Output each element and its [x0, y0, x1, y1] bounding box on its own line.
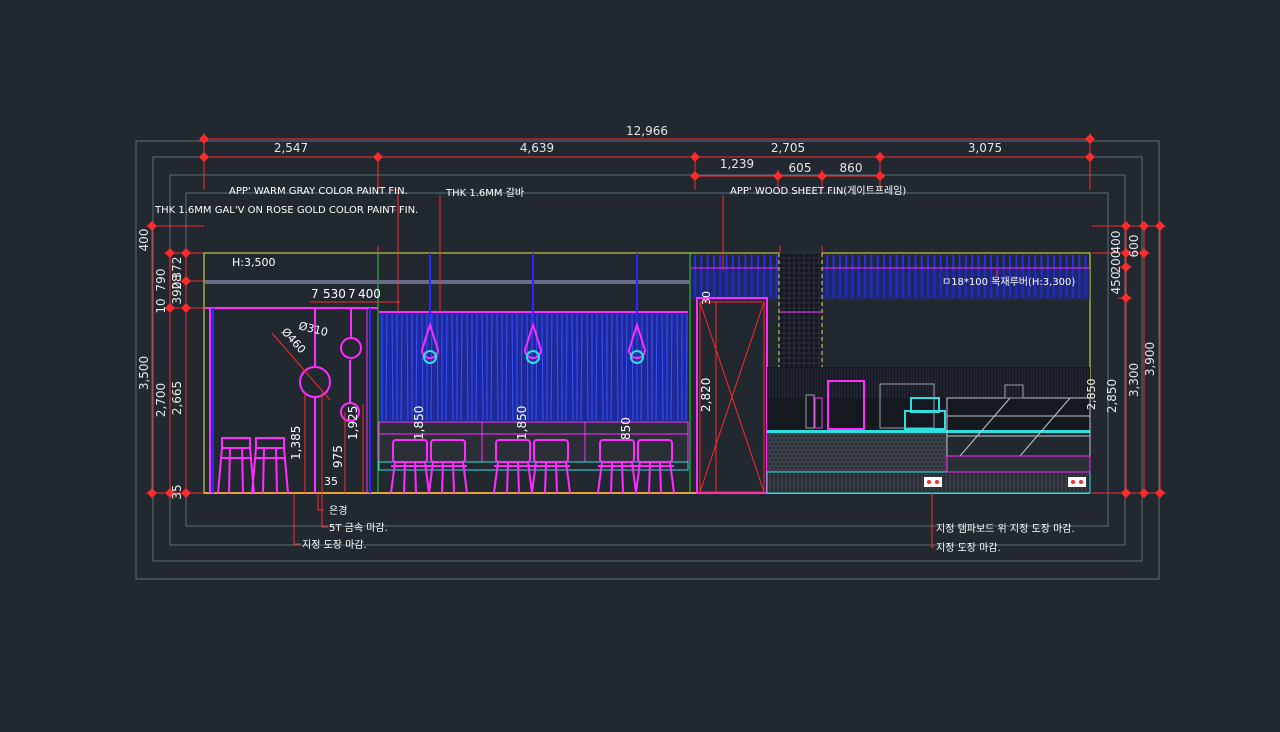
- note-app-gray: APP' WARM GRAY COLOR PAINT FIN.: [229, 186, 408, 197]
- note-app-wood: APP' WOOD SHEET FIN(게이트프레임): [730, 184, 906, 197]
- dim-right-2850: 2,850: [1105, 379, 1119, 413]
- dim-sub-b: 605: [789, 161, 812, 175]
- cad-elevation-drawing: 12,966 2,547 4,639 2,705 3,075 1,239 605…: [135, 124, 1166, 580]
- dim-left-3500: 3,500: [137, 356, 151, 390]
- dim-left-2700: 2,700: [154, 383, 168, 417]
- dim-400: 400: [358, 287, 381, 301]
- top-dimension-text: 12,966 2,547 4,639 2,705 3,075 1,239 605…: [274, 124, 1002, 175]
- dim-right-inner-2850: 2,850: [1085, 379, 1098, 411]
- dim-35: 35: [324, 475, 338, 488]
- dim-right-200: 200: [1109, 251, 1123, 274]
- bar-stools: [217, 437, 289, 494]
- dim-left-35: 35: [170, 484, 184, 499]
- outlet-icon: [924, 477, 942, 487]
- dim-right-400: 400: [1109, 231, 1123, 254]
- dim-right-3300: 3,300: [1127, 363, 1141, 397]
- note-thk-galba: THK 1.6MM 갈바: [445, 186, 524, 199]
- outlet-icon: [1068, 477, 1086, 487]
- stool-icon: [217, 437, 255, 494]
- dim-2820: 2,820: [699, 378, 713, 412]
- dim-530-7: 7: [311, 287, 319, 301]
- left-dimension-text: 400 3,500 790 10 2,700 372 28 390 2,665 …: [137, 229, 184, 500]
- dim-dia310: Ø310: [297, 319, 329, 339]
- note-thk-gal: THK 1.6MM GAL'V ON ROSE GOLD COLOR PAINT…: [154, 205, 418, 216]
- dim-sub-a: 1,239: [720, 157, 754, 171]
- dim-left-400: 400: [137, 229, 151, 252]
- right-dimension-text: 3,900 600 3,300 400 200 450 2,850: [1105, 231, 1157, 414]
- dim-30: 30: [700, 291, 713, 305]
- label-louver: ㅁ18*100 목재루버(H:3,300): [942, 276, 1075, 288]
- pendant-small-icon: [340, 337, 362, 359]
- dim-1850-b: 1,850: [515, 406, 529, 440]
- note-paint: 지정 도장 마감.: [302, 539, 367, 551]
- dim-1850-c: 850: [619, 417, 633, 440]
- dim-sub-c: 860: [840, 161, 863, 175]
- middle-section: 1,850 1,850 850: [378, 253, 689, 494]
- top-dimensions: [199, 133, 1095, 190]
- dim-1850-a: 1,850: [412, 406, 426, 440]
- dim-right-450: 450: [1109, 272, 1123, 295]
- note-tempa: 지정 템파보드 위 지정 도장 마감.: [936, 522, 1075, 535]
- dim-left-10: 10: [154, 298, 168, 313]
- stool-icon: [251, 437, 289, 494]
- dim-left-790: 790: [154, 269, 168, 292]
- dim-right-3900: 3,900: [1143, 342, 1157, 376]
- dim-1385: 1,385: [289, 426, 303, 460]
- ceiling-band: [205, 280, 690, 284]
- dim-left-390: 390: [170, 282, 184, 305]
- note-eungyeong: 은경: [329, 504, 347, 517]
- dim-975: 975: [331, 445, 345, 468]
- dim-seg-b: 4,639: [520, 141, 554, 155]
- dim-right-600: 600: [1127, 235, 1141, 258]
- dim-seg-a: 2,547: [274, 141, 308, 155]
- note-metal-5t: 5T 금속 마감.: [329, 522, 388, 534]
- dim-1925: 1,925: [346, 406, 360, 440]
- note-paint-2: 지정 도장 마감.: [936, 542, 1001, 554]
- dim-530: 530: [323, 287, 346, 301]
- dim-overall: 12,966: [626, 124, 668, 138]
- label-h3500: H:3,500: [232, 256, 275, 269]
- dim-seg-d: 3,075: [968, 141, 1002, 155]
- dim-left-2665: 2,665: [170, 381, 184, 415]
- dim-400-7: 7: [348, 287, 356, 301]
- dim-seg-c: 2,705: [771, 141, 805, 155]
